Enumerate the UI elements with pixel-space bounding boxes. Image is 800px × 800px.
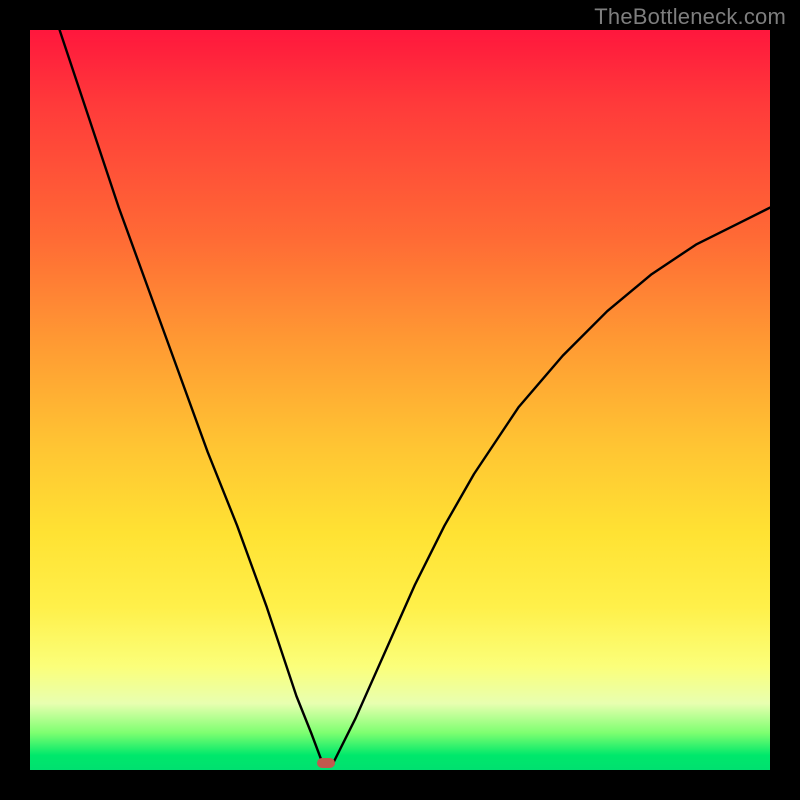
minimum-marker: [317, 758, 335, 768]
watermark-text: TheBottleneck.com: [594, 4, 786, 30]
curve-layer: [30, 30, 770, 770]
curve-right-branch: [333, 208, 770, 763]
plot-area: [30, 30, 770, 770]
curve-left-branch: [60, 30, 323, 763]
chart-stage: { "watermark": { "text": "TheBottleneck.…: [0, 0, 800, 800]
